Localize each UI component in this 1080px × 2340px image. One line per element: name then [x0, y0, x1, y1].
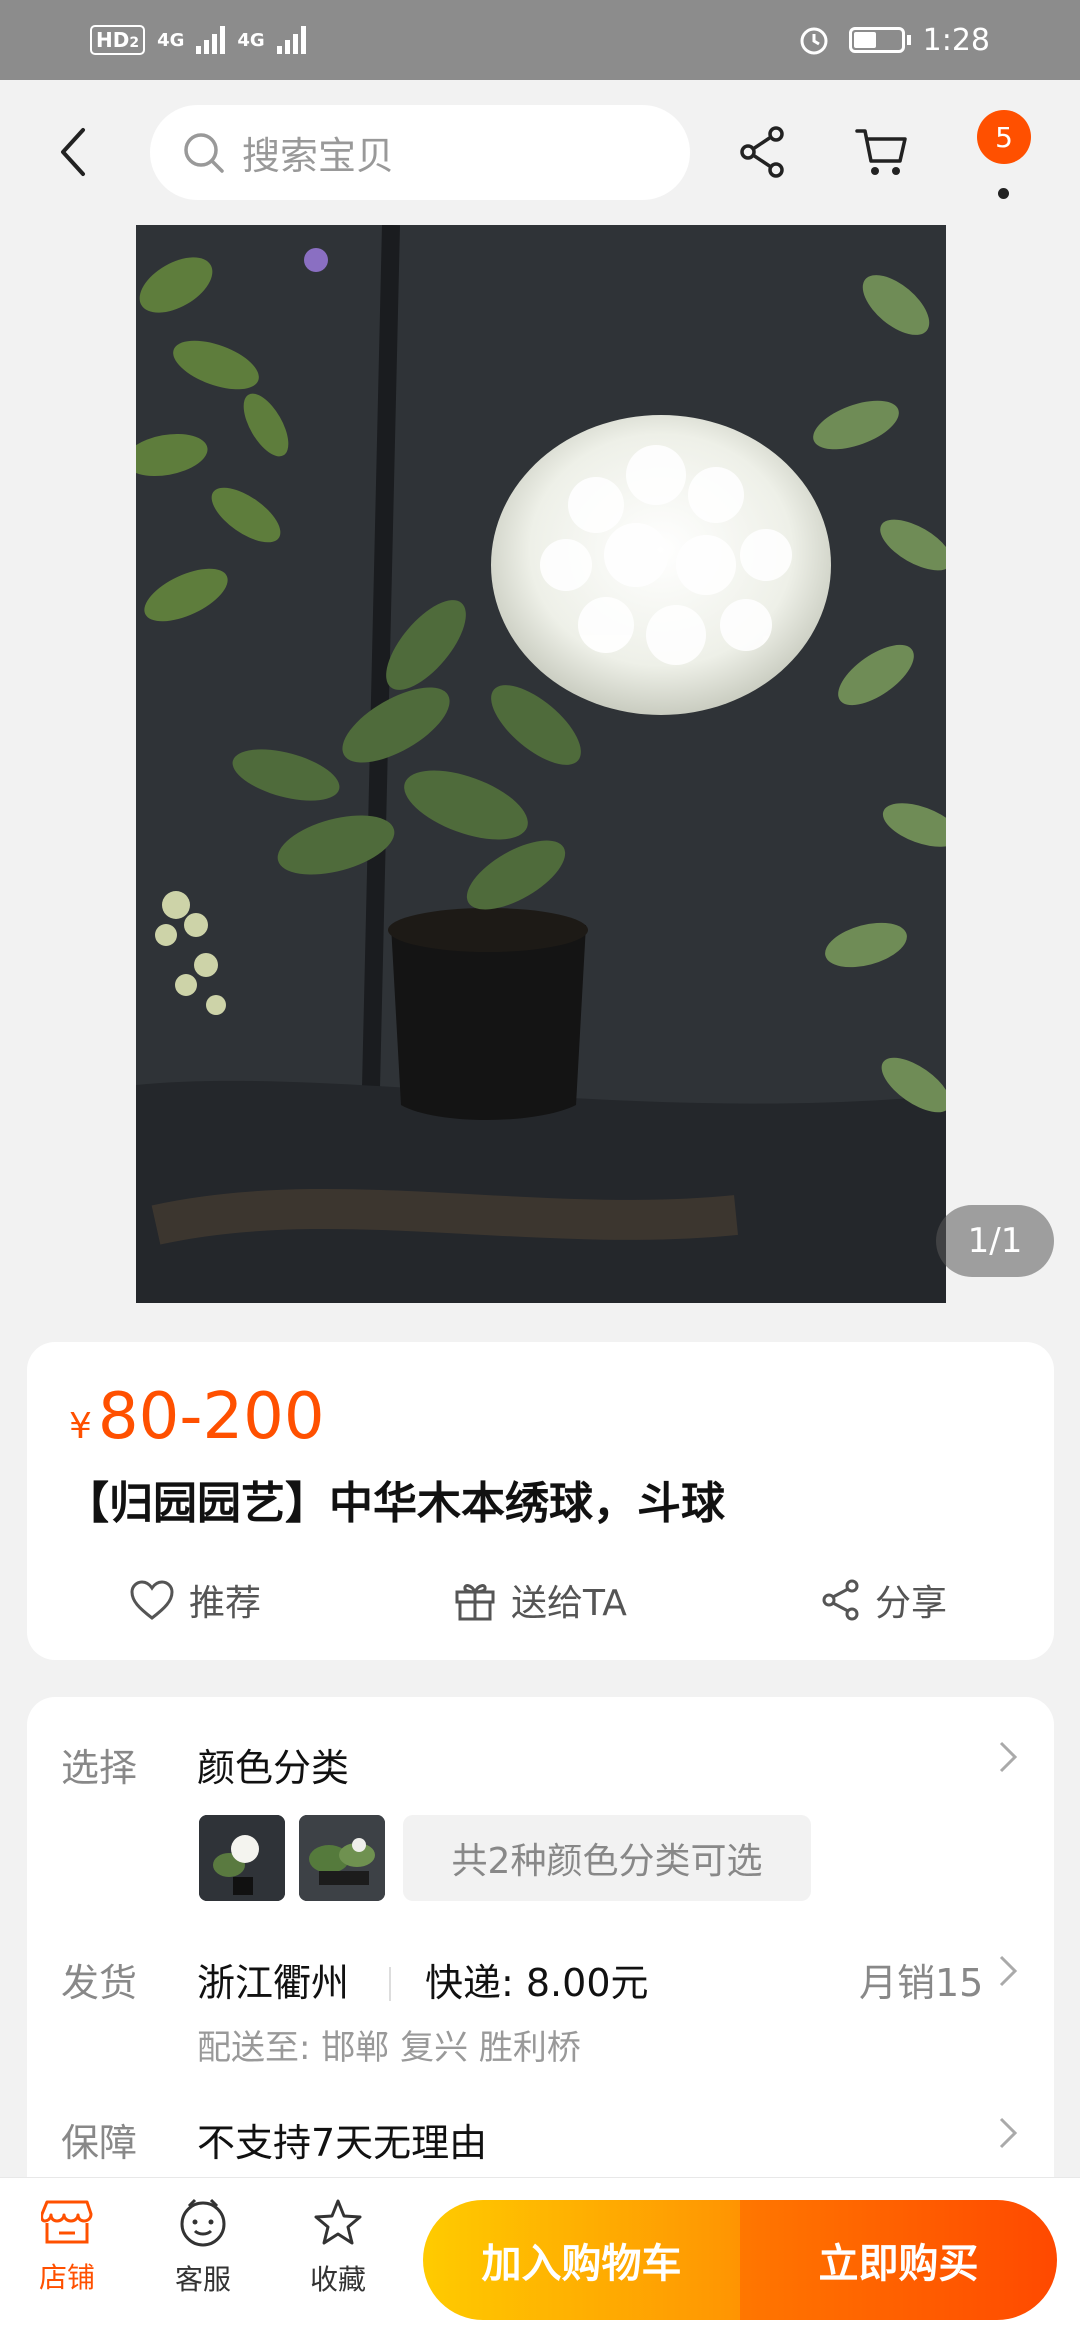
share-button[interactable]: [733, 122, 793, 182]
favorite-button[interactable]: 收藏: [293, 2198, 383, 2298]
back-button[interactable]: [55, 122, 105, 182]
alarm-icon: [800, 27, 828, 55]
share-label: 分享: [875, 1583, 948, 1624]
more-icon: [998, 188, 1009, 199]
option-image-1: [199, 1815, 285, 1901]
top-nav: 搜索宝贝 5: [0, 80, 1080, 225]
option-image-2: [299, 1815, 385, 1901]
guarantee-value: 不支持7天无理由: [197, 2121, 488, 2165]
chevron-right-icon: [999, 2117, 1018, 2149]
details-card: 选择 颜色分类 共2种颜色分类可选 发货 浙江衢州 快递: 8.00元 月销15…: [27, 1697, 1054, 2177]
search-input[interactable]: 搜索宝贝: [150, 105, 690, 200]
shipping-label: 发货: [61, 1961, 138, 2005]
message-count-badge: 5: [977, 110, 1031, 164]
price: ¥ 80-200: [69, 1380, 325, 1454]
guarantee-label: 保障: [61, 2121, 138, 2165]
shop-label: 店铺: [38, 2261, 95, 2294]
price-amount: 80-200: [97, 1380, 325, 1454]
recommend-label: 推荐: [189, 1583, 262, 1624]
product-image[interactable]: [136, 225, 946, 1303]
cart-button[interactable]: [852, 122, 912, 182]
heart-icon: [130, 1580, 174, 1620]
action-row: 推荐 送给TA 分享: [27, 1574, 1054, 1638]
signal-bars-icon: [196, 26, 226, 54]
signal-bars-icon: [276, 26, 306, 54]
store-icon: [41, 2200, 93, 2244]
network-type-2: 4G: [237, 29, 265, 51]
share-icon: [740, 126, 784, 178]
hd-badge: HD2: [90, 25, 146, 55]
gift-button[interactable]: 送给TA: [453, 1574, 627, 1626]
gift-label: 送给TA: [511, 1583, 627, 1624]
chevron-right-icon: [999, 1741, 1018, 1773]
select-value: 颜色分类: [197, 1746, 350, 1790]
chevron-right-icon: [999, 1955, 1018, 1987]
battery-icon: [848, 27, 905, 53]
buy-now-button[interactable]: 立即购买: [740, 2200, 1057, 2320]
gift-icon: [455, 1584, 495, 1621]
cta-group: 加入购物车 立即购买: [423, 2200, 1057, 2320]
deliver-to: 配送至: 邯郸 复兴 胜利桥: [197, 2028, 581, 2068]
add-to-cart-button[interactable]: 加入购物车: [423, 2200, 740, 2320]
shipping-fee: 快递: 8.00元: [425, 1961, 649, 2005]
color-options-chip[interactable]: 共2种颜色分类可选: [403, 1815, 811, 1901]
shop-button[interactable]: 店铺: [22, 2198, 112, 2296]
shipping-origin: 浙江衢州: [197, 1961, 350, 2005]
star-icon: [314, 2199, 362, 2245]
color-option-thumbnail[interactable]: [199, 1815, 285, 1901]
color-option-thumbnail[interactable]: [299, 1815, 385, 1901]
clock: 1:28: [922, 22, 990, 58]
search-placeholder: 搜索宝贝: [242, 134, 395, 178]
recommend-button[interactable]: 推荐: [129, 1574, 261, 1626]
status-left: HD2 4G 4G: [90, 25, 306, 55]
product-title: 【归园园艺】中华木本绣球，斗球: [65, 1478, 725, 1529]
image-counter: 1/1: [936, 1205, 1054, 1277]
customer-service-button[interactable]: 客服: [158, 2198, 248, 2298]
share-icon: [822, 1579, 859, 1621]
price-card: ¥ 80-200 【归园园艺】中华木本绣球，斗球 推荐 送给TA 分享: [27, 1342, 1054, 1660]
monthly-sales: 月销15: [859, 1961, 984, 2005]
currency-symbol: ¥: [69, 1406, 92, 1447]
back-icon: [61, 128, 85, 176]
chat-face-icon: [180, 2198, 226, 2247]
hydrangea-photo: [136, 225, 946, 1303]
network-type-1: 4G: [157, 29, 185, 51]
favorite-label: 收藏: [309, 2263, 366, 2296]
status-bar: HD2 4G 4G 1:28: [0, 0, 1080, 80]
battery-tip: [906, 35, 911, 45]
search-icon: [184, 132, 224, 173]
cart-icon: [855, 129, 907, 175]
bottom-action-bar: 店铺 客服 收藏 加入购物车 立即购买: [0, 2177, 1080, 2340]
divider: [389, 1967, 391, 2001]
share-product-button[interactable]: 分享: [821, 1574, 947, 1626]
status-right: 1:28: [797, 23, 990, 58]
select-label: 选择: [61, 1746, 138, 1790]
more-button[interactable]: 5: [975, 110, 1031, 210]
service-label: 客服: [174, 2263, 231, 2296]
